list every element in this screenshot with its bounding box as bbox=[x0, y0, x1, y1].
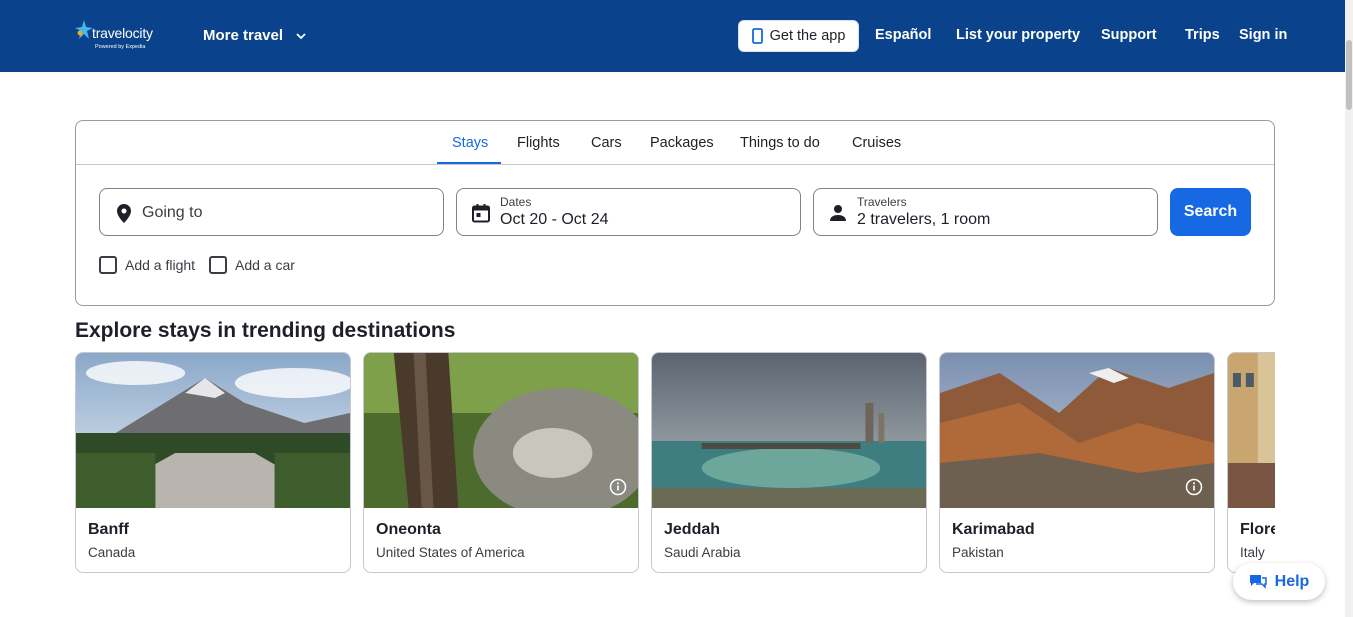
site-header: travelocity Powered by Expedia More trav… bbox=[0, 0, 1353, 72]
destination-country: Saudi Arabia bbox=[664, 545, 741, 560]
get-the-app-label: Get the app bbox=[769, 28, 846, 44]
nav-link-support[interactable]: Support bbox=[1101, 27, 1157, 43]
add-flight-checkbox-box[interactable] bbox=[99, 256, 117, 274]
travelocity-logo[interactable]: travelocity Powered by Expedia bbox=[74, 19, 174, 55]
trending-carousel: Banff Canada Oneonta United States of Am… bbox=[75, 352, 1275, 574]
going-to-field[interactable]: Going to bbox=[99, 188, 444, 236]
travelers-value: 2 travelers, 1 room bbox=[857, 211, 991, 228]
more-travel-label: More travel bbox=[203, 27, 284, 44]
destination-card-oneonta[interactable]: Oneonta United States of America bbox=[363, 352, 639, 573]
info-icon[interactable] bbox=[609, 478, 627, 496]
active-tab-indicator bbox=[437, 162, 501, 164]
person-icon bbox=[830, 205, 846, 221]
destination-image-banff bbox=[76, 353, 350, 508]
tab-cruises[interactable]: Cruises bbox=[852, 135, 901, 151]
nav-link-trips[interactable]: Trips bbox=[1185, 27, 1220, 43]
dates-value: Oct 20 - Oct 24 bbox=[500, 211, 609, 228]
destination-country: Pakistan bbox=[952, 545, 1004, 560]
trending-section-title: Explore stays in trending destinations bbox=[75, 319, 456, 342]
tab-things-to-do[interactable]: Things to do bbox=[740, 135, 820, 151]
search-button[interactable]: Search bbox=[1170, 188, 1251, 236]
phone-icon bbox=[751, 28, 763, 44]
nav-link-list-property[interactable]: List your property bbox=[956, 27, 1080, 43]
travelers-label: Travelers bbox=[857, 195, 907, 209]
destination-image-jeddah bbox=[652, 353, 926, 508]
travelers-field[interactable]: Travelers 2 travelers, 1 room bbox=[813, 188, 1158, 236]
destination-city: Oneonta bbox=[376, 521, 441, 538]
destination-city: Banff bbox=[88, 521, 129, 538]
tab-flights[interactable]: Flights bbox=[517, 135, 560, 151]
chevron-down-icon bbox=[296, 32, 306, 39]
tab-packages[interactable]: Packages bbox=[650, 135, 714, 151]
chat-icon bbox=[1249, 574, 1267, 589]
destination-card-florence[interactable]: Florence Italy bbox=[1227, 352, 1275, 573]
going-to-placeholder: Going to bbox=[142, 204, 203, 221]
page-scrollbar[interactable] bbox=[1345, 0, 1353, 617]
destination-country: Canada bbox=[88, 545, 136, 560]
destination-card-banff[interactable]: Banff Canada bbox=[75, 352, 351, 573]
add-car-label: Add a car bbox=[235, 257, 295, 273]
more-travel-menu[interactable]: More travel bbox=[203, 27, 307, 44]
destination-city: Karimabad bbox=[952, 521, 1035, 538]
destination-card-karimabad[interactable]: Karimabad Pakistan bbox=[939, 352, 1215, 573]
add-car-checkbox-box[interactable] bbox=[209, 256, 227, 274]
tab-cars[interactable]: Cars bbox=[591, 135, 622, 151]
location-pin-icon bbox=[117, 204, 131, 223]
search-card: Stays Flights Cars Packages Things to do… bbox=[75, 120, 1275, 306]
help-label: Help bbox=[1274, 572, 1310, 590]
destination-city: Florence bbox=[1240, 521, 1275, 538]
destination-image-karimabad bbox=[940, 353, 1214, 508]
nav-link-sign-in[interactable]: Sign in bbox=[1239, 27, 1287, 43]
logo-subtext: Powered by Expedia bbox=[95, 44, 146, 50]
destination-country: United States of America bbox=[376, 545, 525, 560]
info-icon[interactable] bbox=[1185, 478, 1203, 496]
destination-card-jeddah[interactable]: Jeddah Saudi Arabia bbox=[651, 352, 927, 573]
destination-country: Italy bbox=[1240, 545, 1265, 560]
dates-label: Dates bbox=[500, 195, 532, 209]
add-flight-checkbox[interactable]: Add a flight bbox=[99, 256, 195, 274]
logo-text: travelocity bbox=[92, 25, 153, 41]
get-the-app-button[interactable]: Get the app bbox=[738, 20, 859, 52]
tab-stays[interactable]: Stays bbox=[452, 135, 488, 151]
add-flight-label: Add a flight bbox=[125, 257, 196, 273]
scrollbar-thumb[interactable] bbox=[1346, 40, 1352, 110]
help-button[interactable]: Help bbox=[1233, 563, 1325, 600]
destination-city: Jeddah bbox=[664, 521, 721, 538]
calendar-icon bbox=[472, 204, 490, 223]
destination-image-oneonta bbox=[364, 353, 638, 508]
nav-link-espanol[interactable]: Español bbox=[875, 27, 931, 43]
destination-image-florence bbox=[1228, 353, 1275, 508]
search-tabs: Stays Flights Cars Packages Things to do… bbox=[76, 121, 1274, 165]
logo-star-icon bbox=[75, 20, 93, 39]
dates-field[interactable]: Dates Oct 20 - Oct 24 bbox=[456, 188, 801, 236]
add-car-checkbox[interactable]: Add a car bbox=[209, 256, 295, 274]
